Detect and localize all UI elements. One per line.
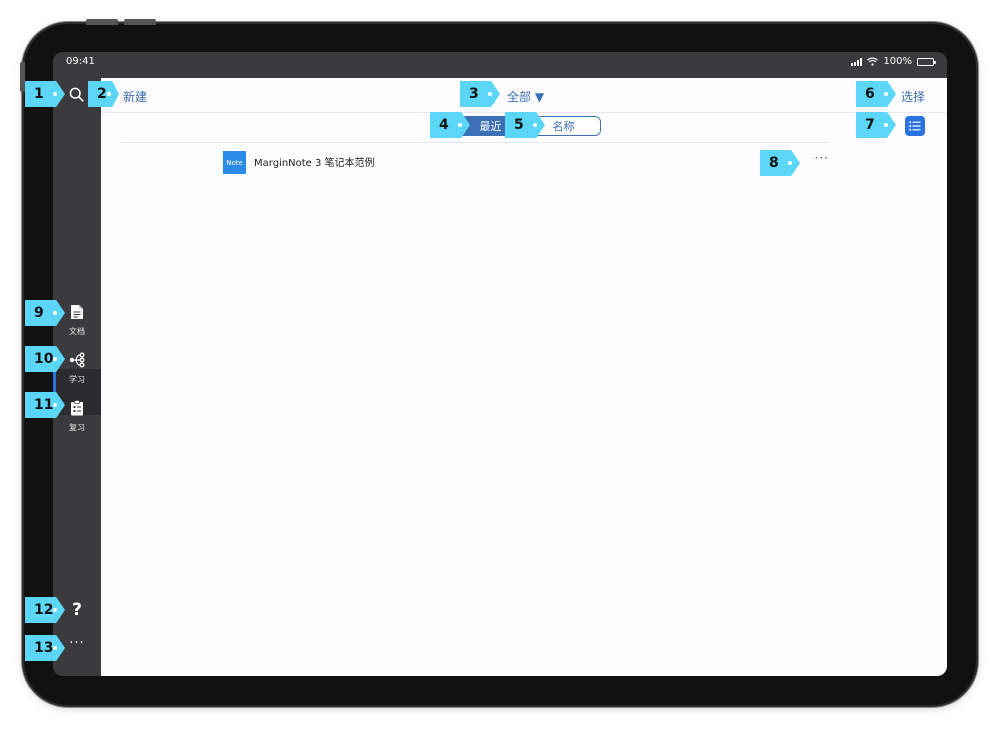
main-content: 新建 全部 ▼ 选择 最近 名称 Note MarginNote 3 笔记本范例… <box>101 78 947 676</box>
sidebar: 文档 学习 复习 ? ··· <box>53 78 101 676</box>
new-button[interactable]: 新建 <box>123 88 147 105</box>
list-view-button[interactable] <box>905 116 925 136</box>
notebook-row[interactable]: Note MarginNote 3 笔记本范例 ··· <box>223 151 828 175</box>
search-icon[interactable] <box>69 87 84 102</box>
sidebar-item-label: 文档 <box>69 327 85 336</box>
status-indicators: 100% <box>851 56 936 67</box>
sidebar-item-label: 复习 <box>69 423 85 432</box>
select-button[interactable]: 选择 <box>901 88 925 105</box>
sidebar-item-label: 学习 <box>69 375 85 384</box>
document-icon <box>71 305 83 319</box>
notebook-thumbnail: Note <box>223 151 246 174</box>
notebook-more-button[interactable]: ··· <box>815 151 829 165</box>
list-icon <box>909 121 921 131</box>
screen: 09:41 100% 文档 学习 复习 ? ··· 新建 全部 ▼ 选择 最近 … <box>53 52 947 676</box>
sort-divider <box>121 142 827 143</box>
mindmap-icon <box>69 352 85 368</box>
side-button <box>20 62 25 92</box>
status-bar: 09:41 100% <box>53 52 947 78</box>
battery-icon <box>917 57 936 66</box>
battery-percent: 100% <box>883 56 912 67</box>
notebook-title: MarginNote 3 笔记本范例 <box>254 158 375 169</box>
volume-button-top <box>86 19 118 25</box>
filter-dropdown[interactable]: 全部 ▼ <box>507 88 544 105</box>
wifi-icon <box>867 57 879 66</box>
volume-button-top-2 <box>124 19 156 25</box>
status-time: 09:41 <box>66 56 95 67</box>
signal-icon <box>851 57 863 66</box>
clipboard-icon <box>71 400 83 416</box>
